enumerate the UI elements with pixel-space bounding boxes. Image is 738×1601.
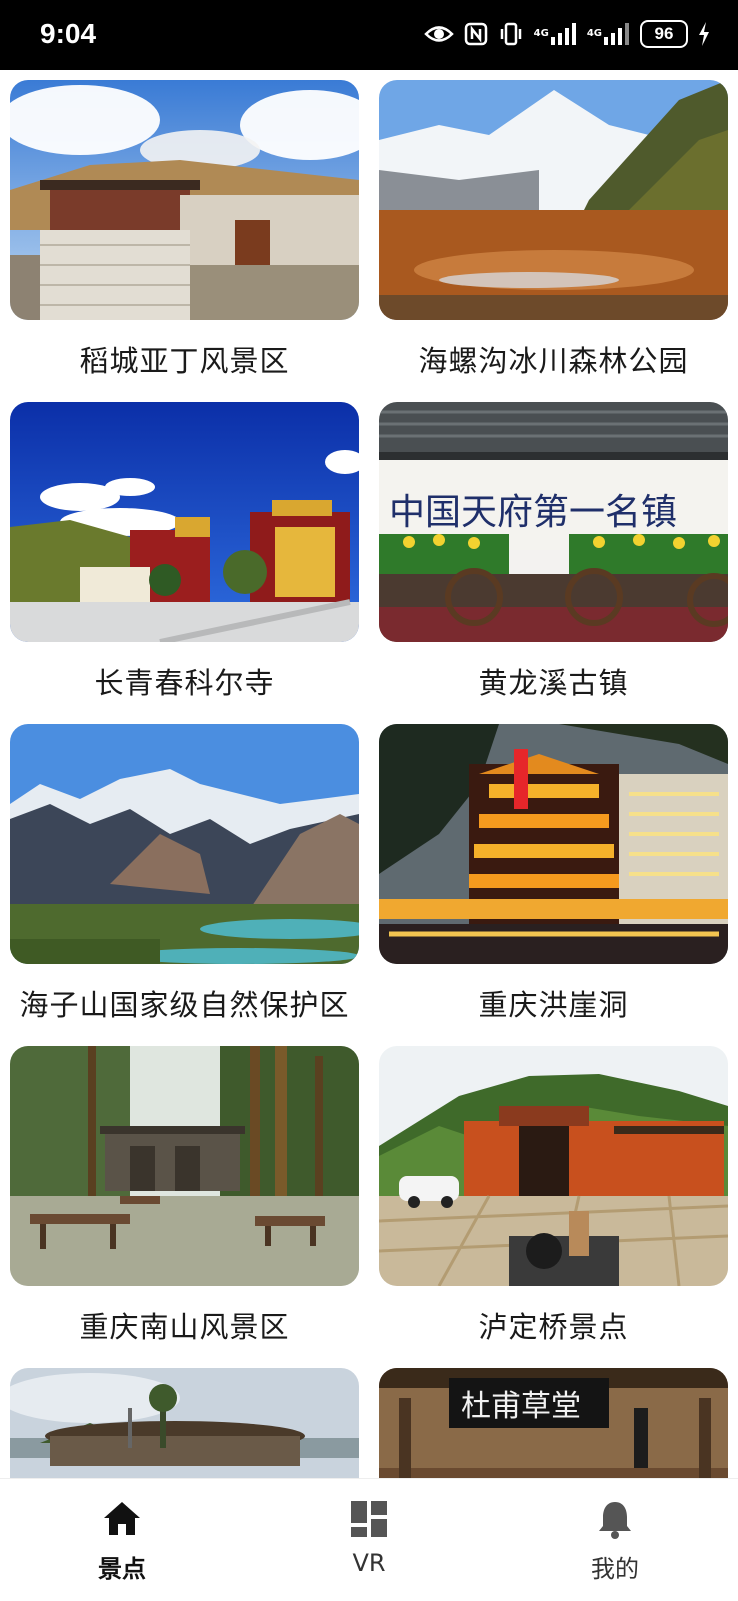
spot-photo	[10, 80, 359, 320]
signal-icon: 4G	[534, 23, 577, 45]
spot-photo	[10, 402, 359, 642]
spot-name: 重庆洪崖洞	[478, 988, 629, 1022]
spot-photo: 杜甫草堂	[379, 1368, 728, 1490]
spot-photo	[379, 724, 728, 964]
spot-photo	[10, 1046, 359, 1286]
spot-photo	[379, 1046, 728, 1286]
spot-photo	[10, 1368, 359, 1490]
spot-card-10[interactable]: 杜甫草堂	[379, 1358, 728, 1490]
nav-tab-mine[interactable]: 我的	[535, 1479, 695, 1601]
status-time: 9:04	[40, 18, 97, 49]
nav-label: 我的	[591, 1555, 639, 1583]
spot-card-chongqing-nanshan[interactable]: 重庆南山风景区	[10, 1036, 359, 1352]
vibrate-icon	[498, 22, 524, 46]
signal-icon-2: 4G	[587, 23, 630, 45]
spot-card-9[interactable]	[10, 1358, 359, 1490]
nav-tab-vr[interactable]: VR	[289, 1479, 449, 1601]
sign-text: 中国天府第一名镇	[389, 492, 677, 533]
spot-card-chongqing-hongyadong[interactable]: 重庆洪崖洞	[379, 714, 728, 1030]
home-icon	[104, 1502, 140, 1535]
bottom-nav: 景点 VR 我的	[0, 1478, 738, 1601]
spot-card-changqing-chunkeer-temple[interactable]: 长青春科尔寺	[10, 392, 359, 708]
spot-card-luding-bridge[interactable]: 泸定桥景点	[379, 1036, 728, 1352]
bell-icon	[599, 1502, 631, 1539]
nav-tab-spots[interactable]: 景点	[42, 1479, 202, 1601]
spot-name: 泸定桥景点	[478, 1310, 629, 1344]
spot-name: 稻城亚丁风景区	[79, 344, 290, 378]
spot-photo	[379, 80, 728, 320]
battery-indicator: 96	[640, 20, 688, 48]
nav-label: VR	[352, 1549, 386, 1577]
spot-name: 海子山国家级自然保护区	[19, 988, 350, 1022]
sign-text: 杜甫草堂	[461, 1389, 581, 1424]
spot-photo: 中国天府第一名镇	[379, 402, 728, 642]
spot-name: 黄龙溪古镇	[478, 666, 629, 700]
status-bar: 9:04 4G 4G 96	[0, 0, 738, 70]
nfc-icon	[464, 22, 488, 46]
spot-card-huanglongxi-ancient-town[interactable]: 中国天府第一名镇 黄龙溪古镇	[379, 392, 728, 708]
charging-icon	[698, 22, 710, 46]
spot-card-haizishan-nature-reserve[interactable]: 海子山国家级自然保护区	[10, 714, 359, 1030]
spot-name: 重庆南山风景区	[79, 1310, 290, 1344]
grid-icon	[351, 1501, 387, 1537]
scenic-spot-grid: 稻城亚丁风景区 海螺沟冰川森林公园 长青春科尔寺 中国天府第一名镇 黄龙溪古镇 …	[0, 70, 738, 1490]
eye-icon	[423, 23, 454, 45]
nav-label: 景点	[98, 1555, 146, 1583]
spot-card-hailuogou[interactable]: 海螺沟冰川森林公园	[379, 70, 728, 386]
status-icons: 4G 4G 96	[423, 20, 710, 48]
spot-name: 海螺沟冰川森林公园	[418, 344, 689, 378]
spot-photo	[10, 724, 359, 964]
spot-card-daocheng-yading[interactable]: 稻城亚丁风景区	[10, 70, 359, 386]
spot-name: 长青春科尔寺	[94, 666, 275, 700]
